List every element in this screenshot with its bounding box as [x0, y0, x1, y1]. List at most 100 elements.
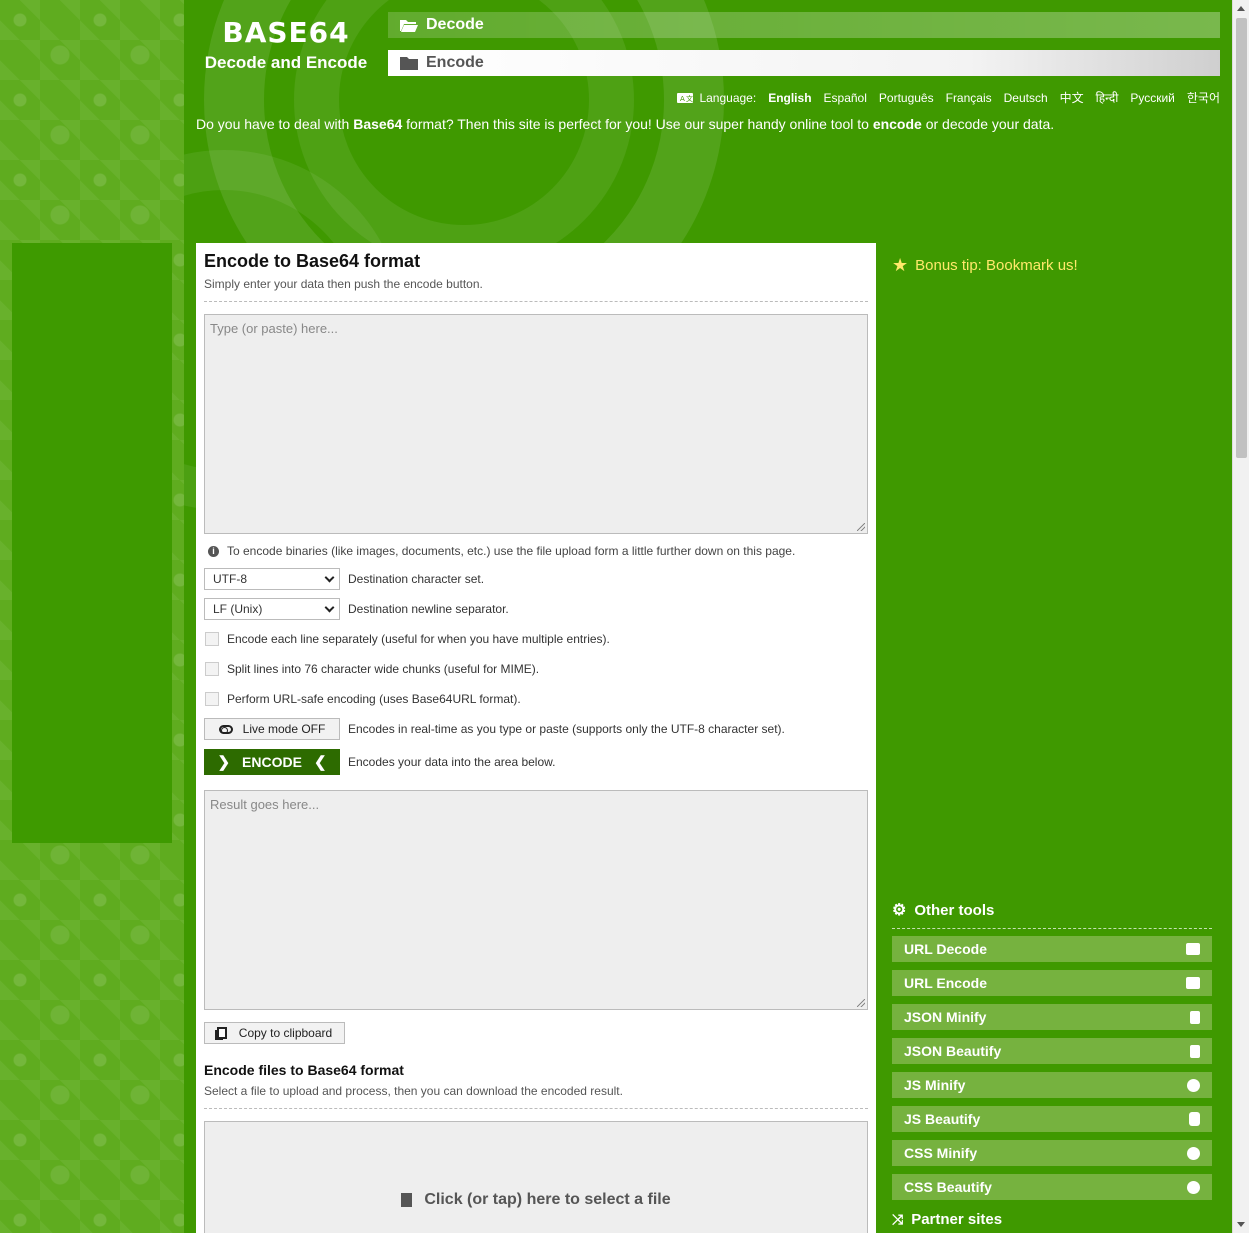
svg-text:文: 文 — [686, 94, 693, 103]
file-icon — [1190, 1010, 1200, 1024]
gear-icon: ⚙ — [892, 902, 907, 919]
scroll-up-icon[interactable] — [1237, 6, 1245, 11]
result-placeholder: Result goes here... — [210, 797, 320, 812]
each-line-label[interactable]: Encode each line separately (useful for … — [227, 632, 610, 646]
language-label-text: Language: — [699, 90, 757, 105]
input-textarea[interactable]: Type (or paste) here... — [204, 314, 868, 534]
split-checkbox[interactable] — [205, 662, 219, 676]
hand-paper-icon — [1189, 1112, 1200, 1126]
file-select-area[interactable]: Click (or tap) here to select a file — [204, 1121, 868, 1233]
urlsafe-row: Perform URL-safe encoding (uses Base64UR… — [204, 684, 868, 714]
folder-icon — [400, 57, 418, 70]
copy-to-clipboard-button[interactable]: Copy to clipboard — [204, 1022, 345, 1044]
nav-encode[interactable]: Encode — [388, 50, 1220, 76]
envelope-icon — [1186, 977, 1200, 989]
logo-title: BASE64 — [222, 16, 350, 49]
urlsafe-checkbox[interactable] — [205, 692, 219, 706]
files-section: Encode files to Base64 format Select a f… — [204, 1062, 868, 1233]
binary-info-text: To encode binaries (like images, documen… — [227, 544, 796, 558]
lang-hindi[interactable]: हिन्दी — [1096, 89, 1119, 106]
tool-css-beautify[interactable]: CSS Beautify — [892, 1174, 1212, 1200]
file-icon — [401, 1193, 413, 1207]
split-row: Split lines into 76 character wide chunk… — [204, 654, 868, 684]
encode-title: Encode to Base64 format — [204, 251, 421, 271]
lang-portugues[interactable]: Português — [879, 91, 934, 105]
newline-select[interactable]: LF (Unix) — [204, 598, 340, 620]
intro-text: Do you have to deal with Base64 format? … — [196, 116, 1054, 132]
tool-url-decode[interactable]: URL Decode — [892, 936, 1212, 962]
options: UTF-8 Destination character set. LF (Uni… — [204, 564, 868, 780]
encode-subtitle: Simply enter your data then push the enc… — [204, 277, 868, 302]
smile-icon — [1187, 1180, 1200, 1194]
tool-js-beautify[interactable]: JS Beautify — [892, 1106, 1212, 1132]
encode-button[interactable]: ❯ ENCODE ❮ — [204, 749, 340, 775]
tool-label: JS Beautify — [904, 1111, 981, 1127]
chevron-right-icon: ❯ — [217, 754, 231, 771]
lang-korean[interactable]: 한국어 — [1187, 89, 1220, 106]
charset-value: UTF-8 — [213, 572, 247, 586]
intro-part: format? Then this site is perfect for yo… — [402, 116, 873, 132]
svg-text:A: A — [680, 95, 685, 103]
logo-subtitle: Decode and Encode — [204, 53, 368, 72]
left-ad-space — [12, 243, 172, 843]
live-mode-row: Live mode OFF Encodes in real-time as yo… — [204, 714, 868, 744]
newline-desc: Destination newline separator. — [348, 602, 509, 616]
result-textarea[interactable]: Result goes here... — [204, 790, 868, 1010]
scrollbar-thumb[interactable] — [1236, 18, 1247, 458]
tool-label: JSON Minify — [904, 1009, 987, 1025]
live-mode-desc: Encodes in real-time as you type or past… — [348, 722, 785, 736]
tool-label: CSS Beautify — [904, 1179, 992, 1195]
file-select-label: Click (or tap) here to select a file — [424, 1191, 671, 1208]
tool-label: JSON Beautify — [904, 1043, 1002, 1059]
encode-card: Encode to Base64 format Simply enter you… — [196, 243, 876, 1233]
charset-desc: Destination character set. — [348, 572, 485, 586]
lang-espanol[interactable]: Español — [824, 91, 867, 105]
newline-value: LF (Unix) — [213, 602, 263, 616]
tool-json-minify[interactable]: JSON Minify — [892, 1004, 1212, 1030]
lang-english[interactable]: English — [768, 91, 811, 105]
envelope-open-icon — [1186, 943, 1200, 955]
urlsafe-label[interactable]: Perform URL-safe encoding (uses Base64UR… — [227, 692, 521, 706]
binary-info: i To encode binaries (like images, docum… — [204, 544, 868, 558]
language-selector: A文 Language: English Español Português F… — [677, 89, 1220, 106]
tool-label: JS Minify — [904, 1077, 966, 1093]
files-title: Encode files to Base64 format — [204, 1062, 404, 1078]
newline-row: LF (Unix) Destination newline separator. — [204, 594, 868, 624]
tool-json-beautify[interactable]: JSON Beautify — [892, 1038, 1212, 1064]
lang-deutsch[interactable]: Deutsch — [1004, 91, 1048, 105]
copy-label: Copy to clipboard — [238, 1026, 333, 1040]
lang-russian[interactable]: Русский — [1130, 91, 1175, 105]
each-line-row: Encode each line separately (useful for … — [204, 624, 868, 654]
bookmark-tip-text: Bonus tip: Bookmark us! — [915, 257, 1078, 274]
each-line-checkbox[interactable] — [205, 632, 219, 646]
intro-bold: Base64 — [353, 116, 403, 132]
lang-chinese[interactable]: 中文 — [1060, 89, 1084, 106]
partner-sites-title: Partner sites — [911, 1211, 1003, 1228]
smile-icon — [1187, 1146, 1200, 1160]
star-icon: ★ — [892, 255, 909, 275]
live-mode-label: Live mode OFF — [242, 722, 326, 736]
chevron-left-icon: ❮ — [313, 754, 327, 771]
info-icon: i — [208, 545, 219, 557]
lang-francais[interactable]: Français — [946, 91, 992, 105]
resize-grip-icon[interactable] — [857, 999, 865, 1007]
intro-part: Do you have to deal with — [196, 116, 354, 132]
site-logo[interactable]: BASE64 Decode and Encode — [184, 16, 388, 73]
charset-select[interactable]: UTF-8 — [204, 568, 340, 590]
nav-decode[interactable]: Decode — [388, 12, 1220, 38]
chevron-down-icon — [324, 602, 335, 612]
scroll-down-icon[interactable] — [1237, 1222, 1245, 1227]
split-label[interactable]: Split lines into 76 character wide chunk… — [227, 662, 539, 676]
resize-grip-icon[interactable] — [857, 523, 865, 531]
tool-label: URL Decode — [904, 941, 987, 957]
input-placeholder: Type (or paste) here... — [210, 321, 338, 336]
tool-js-minify[interactable]: JS Minify — [892, 1072, 1212, 1098]
copy-icon — [216, 1027, 227, 1039]
tool-label: CSS Minify — [904, 1145, 978, 1161]
other-tools-heading: ⚙ Other tools — [892, 900, 1212, 929]
tool-url-encode[interactable]: URL Encode — [892, 970, 1212, 996]
scrollbar[interactable] — [1232, 0, 1249, 1233]
tool-css-minify[interactable]: CSS Minify — [892, 1140, 1212, 1166]
intro-part: or decode your data. — [921, 116, 1055, 132]
live-mode-button[interactable]: Live mode OFF — [204, 718, 340, 740]
